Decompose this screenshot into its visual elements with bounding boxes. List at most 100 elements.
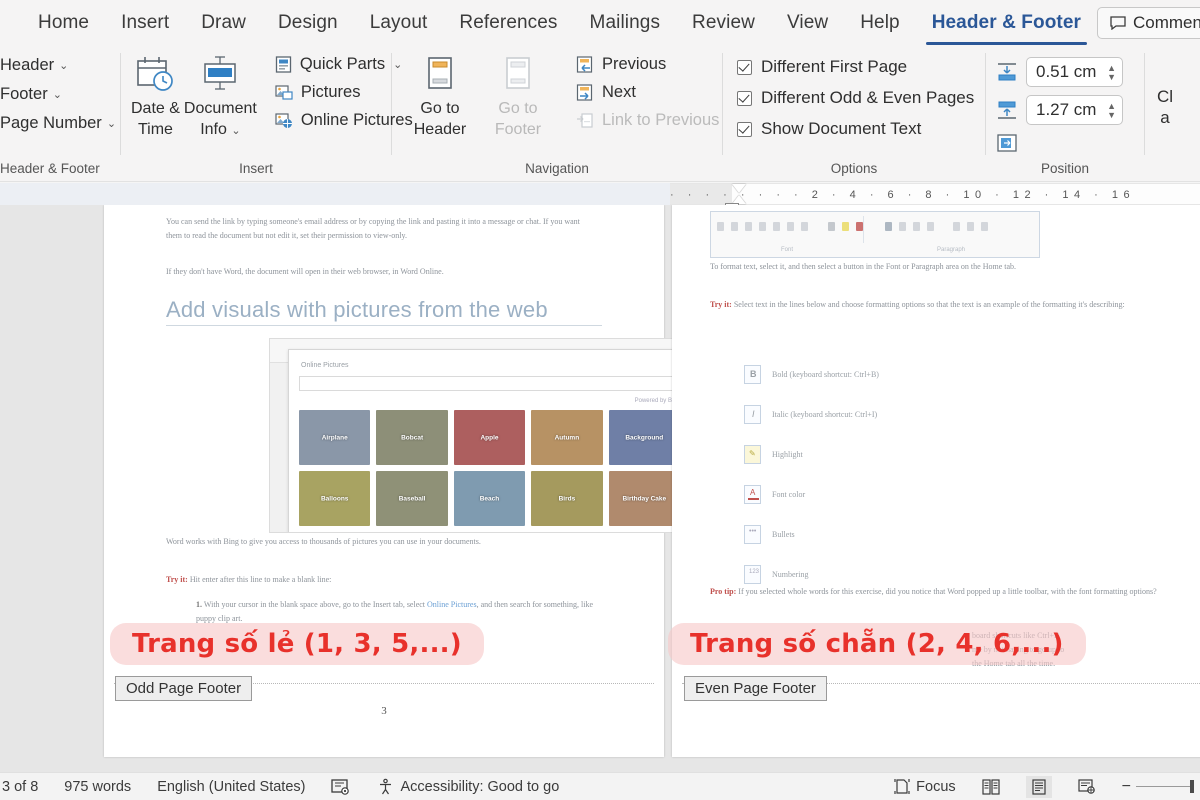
screenshot-toolbar-row [717, 219, 1033, 233]
next-icon [576, 84, 594, 101]
insert-alignment-tab-row [996, 133, 1123, 153]
pictures-icon [275, 84, 293, 101]
list-link[interactable]: Online Pictures [427, 600, 477, 609]
status-left: 3 of 8 975 words English (United States)… [0, 778, 559, 796]
ribbon-group-header-footer: Header ⌄ Footer ⌄ Page Number ⌄ Header &… [0, 45, 120, 181]
left-heading: Add visuals with pictures from the web [166, 297, 548, 322]
go-to-footer-label-1: Go to [498, 100, 538, 117]
format-label: Highlight [772, 450, 803, 459]
zoom-thumb[interactable] [1190, 779, 1194, 793]
comments-button[interactable]: Comments [1097, 6, 1200, 39]
close-header-footer-button[interactable]: Cl a [1157, 86, 1173, 129]
zoom-out-icon[interactable]: − [1122, 778, 1131, 794]
checkbox-label: Show Document Text [761, 119, 922, 138]
tab-review[interactable]: Review [676, 8, 771, 38]
spinner-arrows-icon[interactable]: ▲ ▼ [1107, 101, 1116, 119]
date-and-time-label-1: Date & [131, 100, 180, 117]
tab-view[interactable]: View [771, 8, 844, 38]
word-count[interactable]: 975 words [64, 779, 131, 795]
link-to-previous-button[interactable]: Link to Previous [576, 111, 719, 130]
format-example-list: B Bold (keyboard shortcut: Ctrl+B) I Ita… [744, 365, 1074, 605]
font-color-icon: A [744, 485, 761, 504]
web-layout-icon[interactable] [1074, 776, 1100, 798]
go-to-footer-button[interactable]: Go to Footer [482, 53, 554, 138]
bullets-icon: ••• [744, 525, 761, 544]
read-mode-icon[interactable] [978, 776, 1004, 798]
document-info-label-1: Document [183, 100, 257, 117]
checkbox-icon[interactable] [737, 59, 752, 75]
ruler-zone: · · · · · · · · 2 · 4 · 6 · 8 · 10 · 12 … [0, 183, 1200, 208]
checkbox-icon[interactable] [737, 121, 752, 137]
navigation-small-buttons: Previous Next Link to Previous [576, 53, 719, 130]
checkbox-different-odd-even-pages[interactable]: Different Odd & Even Pages [737, 88, 974, 108]
print-layout-icon[interactable] [1025, 775, 1052, 798]
annotation-even-pages: Trang số chẵn (2, 4, 6,...) [668, 623, 1086, 665]
go-to-footer-icon [501, 53, 535, 97]
focus-button[interactable]: Focus [894, 778, 956, 795]
even-page-footer-tab[interactable]: Even Page Footer [684, 676, 827, 701]
insert-alignment-tab-icon[interactable] [996, 133, 1018, 153]
go-to-header-icon [423, 53, 457, 97]
tab-header-and-footer[interactable]: Header & Footer [916, 8, 1097, 45]
language-indicator[interactable]: English (United States) [157, 779, 305, 795]
page-number-label: Page Number [0, 114, 102, 132]
zoom-track[interactable] [1136, 779, 1194, 793]
odd-page-footer-tab[interactable]: Odd Page Footer [115, 676, 253, 701]
document-info-button[interactable]: Document Info ⌄ [184, 53, 257, 138]
page-indicator[interactable]: 3 of 8 [2, 779, 38, 795]
tab-insert[interactable]: Insert [105, 8, 185, 38]
checkbox-label: Different Odd & Even Pages [761, 88, 975, 107]
checkbox-icon[interactable] [737, 90, 752, 106]
accessibility-status[interactable]: Accessibility: Good to go [377, 778, 559, 795]
page-even[interactable]: Font Paragraph To format text, select it… [672, 205, 1200, 757]
header-menu-button[interactable]: Header ⌄ [0, 56, 68, 75]
tab-references[interactable]: References [443, 8, 573, 38]
tab-mailings[interactable]: Mailings [574, 8, 677, 38]
toolbar-label-paragraph: Paragraph [936, 247, 966, 253]
header-from-top-icon [996, 62, 1018, 82]
heading-underline [166, 325, 602, 326]
comment-bubble-icon [1110, 15, 1126, 30]
tile: Balloons [299, 471, 371, 526]
tile: Airplane [299, 410, 371, 465]
go-to-header-button[interactable]: Go to Header [404, 53, 476, 138]
screenshot-dialog: Online Pictures Powered by Bing Airplane… [288, 349, 693, 532]
italic-icon: I [744, 405, 761, 424]
highlight-icon: ✎ [744, 445, 761, 464]
zoom-slider[interactable]: − [1122, 778, 1194, 794]
horizontal-ruler[interactable]: · · · · · · · · 2 · 4 · 6 · 8 · 10 · 12 … [670, 183, 1200, 208]
tab-design[interactable]: Design [262, 8, 354, 38]
focus-icon [894, 778, 910, 795]
checkbox-different-first-page[interactable]: Different First Page [737, 57, 974, 77]
page-odd[interactable]: You can send the link by typing someone'… [104, 205, 704, 757]
next-button[interactable]: Next [576, 83, 719, 102]
tile: Bobcat [376, 410, 448, 465]
go-to-footer-label-2: Footer [494, 120, 542, 138]
tab-bar-actions: Comments [1097, 6, 1200, 39]
left-list-item: 1. With your cursor in the blank space a… [196, 598, 596, 625]
group-label-options: Options [830, 161, 878, 176]
page-number-menu-button[interactable]: Page Number ⌄ [0, 114, 116, 133]
proofing-icon[interactable] [331, 778, 351, 796]
tab-help[interactable]: Help [844, 8, 915, 38]
header-from-top-input[interactable]: 0.51 cm ▲ ▼ [1026, 57, 1123, 87]
group-label-navigation: Navigation [525, 161, 589, 176]
ribbon-group-insert: Date & Time Document Info ⌄ Quick Parts … [121, 45, 413, 181]
pictures-label: Pictures [300, 83, 361, 101]
tab-layout[interactable]: Layout [354, 8, 444, 38]
first-line-indent-marker[interactable] [732, 184, 746, 193]
tab-draw[interactable]: Draw [185, 8, 262, 38]
footer-from-bottom-input[interactable]: 1.27 cm ▲ ▼ [1026, 95, 1123, 125]
checkbox-show-document-text[interactable]: Show Document Text [737, 119, 974, 139]
format-label: Bullets [772, 530, 795, 539]
format-item-numbering: 123 Numbering [744, 565, 1074, 584]
screenshot-toolbar-labels: Font Paragraph [711, 247, 1039, 253]
previous-button[interactable]: Previous [576, 55, 719, 74]
footer-menu-button[interactable]: Footer ⌄ [0, 85, 62, 104]
date-and-time-button[interactable]: Date & Time [131, 53, 180, 138]
tab-home[interactable]: Home [22, 8, 105, 38]
ribbon-group-options: Different First Page Different Odd & Eve… [723, 45, 985, 181]
footer-label: Footer [0, 85, 48, 103]
spinner-arrows-icon[interactable]: ▲ ▼ [1107, 63, 1116, 81]
chevron-down-icon: ⌄ [231, 124, 241, 137]
